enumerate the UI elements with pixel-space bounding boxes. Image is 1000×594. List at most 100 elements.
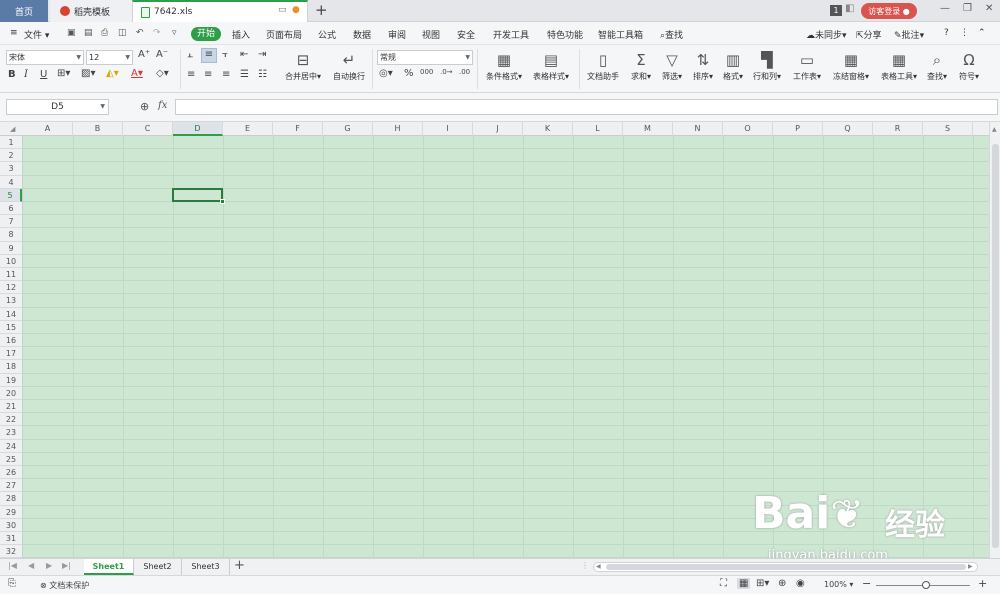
indent-decrease-icon[interactable]: ⇤	[240, 49, 248, 60]
menu-developer[interactable]: 开发工具	[493, 28, 529, 41]
row-header-15[interactable]: 15	[0, 321, 22, 334]
align-middle-icon[interactable]: ≡	[201, 48, 217, 63]
row-header-10[interactable]: 10	[0, 255, 22, 268]
monitor-icon[interactable]: ▭	[278, 5, 287, 15]
last-sheet-icon[interactable]: ▶|	[62, 561, 71, 570]
row-header-11[interactable]: 11	[0, 268, 22, 282]
collapse-ribbon-icon[interactable]: ⌃	[978, 28, 986, 38]
clear-icon[interactable]: ◇▾	[156, 68, 169, 79]
row-header-17[interactable]: 17	[0, 347, 22, 361]
normal-view-icon[interactable]: ▦	[737, 578, 751, 589]
horizontal-scroll-thumb[interactable]	[606, 564, 966, 570]
row-header-2[interactable]: 2	[0, 149, 22, 163]
row-header-31[interactable]: 31	[0, 532, 22, 546]
align-left-icon[interactable]: ≡	[187, 69, 195, 80]
menu-start[interactable]: 开始	[191, 27, 221, 41]
row-header-8[interactable]: 8	[0, 228, 22, 242]
menu-formula[interactable]: 公式	[318, 28, 336, 41]
align-right-icon[interactable]: ≡	[222, 69, 230, 80]
menu-special[interactable]: 特色功能	[547, 28, 583, 41]
column-header-S[interactable]: S	[923, 122, 973, 136]
row-header-19[interactable]: 19	[0, 374, 22, 387]
row-header-7[interactable]: 7	[0, 215, 22, 229]
print-preview-icon[interactable]: ◫	[118, 28, 127, 38]
number-format-select[interactable]: 常规 ▼	[377, 50, 473, 65]
italic-icon[interactable]: I	[24, 69, 28, 80]
distributed-icon[interactable]: ☷	[258, 69, 267, 80]
column-header-E[interactable]: E	[223, 122, 273, 136]
decrease-font-icon[interactable]: A⁻	[156, 49, 168, 60]
row-header-24[interactable]: 24	[0, 440, 22, 453]
page-break-view-icon[interactable]: ⊞▾	[756, 578, 769, 589]
row-header-23[interactable]: 23	[0, 426, 22, 440]
conditional-format-button[interactable]: ▦ 条件格式▾	[481, 49, 527, 82]
font-name-select[interactable]: 宋体 ▼	[6, 50, 84, 65]
column-header-I[interactable]: I	[423, 122, 473, 136]
row-header-32[interactable]: 32	[0, 545, 22, 559]
home-tab[interactable]: 首页	[0, 0, 48, 22]
vertical-scroll-thumb[interactable]	[992, 144, 999, 548]
bold-icon[interactable]: B	[8, 69, 16, 80]
freeze-panes-button[interactable]: ▦ 冻结窗格▾	[828, 49, 874, 82]
sheet-split-icon[interactable]: ⋮	[581, 561, 589, 570]
fx-icon[interactable]: fx	[158, 100, 167, 111]
macro-icon[interactable]: ⎘	[8, 578, 16, 589]
row-header-21[interactable]: 21	[0, 400, 22, 414]
prev-sheet-icon[interactable]: ◀	[28, 561, 34, 570]
column-header-C[interactable]: C	[123, 122, 173, 136]
merge-center-button[interactable]: ⊟ 合并居中▾	[280, 49, 326, 82]
selected-cell[interactable]	[172, 187, 225, 204]
zoom-out-icon[interactable]: −	[862, 577, 871, 590]
file-menu[interactable]: 文件 ▾	[24, 28, 49, 41]
close-icon[interactable]: ✕	[985, 3, 993, 14]
zoom-level[interactable]: 100% ▾	[824, 580, 853, 589]
align-center-icon[interactable]: ≡	[204, 69, 212, 80]
fill-color-icon[interactable]: ◭▾	[106, 68, 119, 79]
zoom-magnifier-icon[interactable]: ⊕	[140, 100, 149, 113]
skin-icon[interactable]: ◧	[845, 3, 854, 14]
sheet-tab-2[interactable]: Sheet2	[134, 559, 182, 575]
template-tab[interactable]: 稻壳模板	[50, 0, 132, 22]
justify-icon[interactable]: ☰	[240, 69, 249, 80]
increase-font-icon[interactable]: A⁺	[138, 49, 150, 60]
column-header-D[interactable]: D	[173, 122, 223, 136]
menu-smart-toolbox[interactable]: 智能工具箱	[598, 28, 643, 41]
row-header-6[interactable]: 6	[0, 202, 22, 216]
table-style-button[interactable]: ▤ 表格样式▾	[528, 49, 574, 82]
menu-page-layout[interactable]: 页面布局	[266, 28, 302, 41]
horizontal-scrollbar[interactable]: ◀ ▶	[593, 562, 978, 572]
thousands-separator-icon[interactable]: 000	[420, 68, 433, 76]
sheet-tab-1[interactable]: Sheet1	[84, 559, 134, 575]
row-header-20[interactable]: 20	[0, 387, 22, 400]
row-header-25[interactable]: 25	[0, 453, 22, 466]
column-header-G[interactable]: G	[323, 122, 373, 136]
restore-icon[interactable]: ❐	[963, 3, 972, 14]
row-header-9[interactable]: 9	[0, 242, 22, 255]
fullscreen-icon[interactable]: ⛶	[720, 578, 727, 589]
redo-icon[interactable]: ↷	[153, 28, 161, 38]
export-pdf-icon[interactable]: ▤	[84, 28, 93, 38]
column-header-M[interactable]: M	[623, 122, 673, 136]
border-icon[interactable]: ⊞▾	[57, 68, 70, 79]
hamburger-icon[interactable]: ≡	[10, 28, 18, 38]
worksheet-button[interactable]: ▭ 工作表▾	[784, 49, 830, 82]
column-header-N[interactable]: N	[673, 122, 723, 136]
wrap-text-button[interactable]: ↵ 自动换行	[326, 49, 372, 82]
zoom-in-icon[interactable]: +	[978, 577, 987, 590]
row-header-18[interactable]: 18	[0, 360, 22, 374]
column-header-F[interactable]: F	[273, 122, 323, 136]
font-size-select[interactable]: 12 ▼	[86, 50, 133, 65]
scroll-right-icon[interactable]: ▶	[968, 563, 973, 570]
window-count-badge[interactable]: 1	[830, 5, 842, 16]
currency-icon[interactable]: ◎▾	[379, 68, 393, 79]
comment-button[interactable]: ✎批注▾	[894, 28, 924, 41]
row-header-26[interactable]: 26	[0, 466, 22, 480]
zoom-slider-knob[interactable]	[922, 581, 930, 589]
row-header-13[interactable]: 13	[0, 294, 22, 308]
decrease-decimal-icon[interactable]: .00	[459, 68, 470, 76]
vertical-scrollbar[interactable]: ▲	[989, 122, 1000, 558]
row-header-5[interactable]: 5	[0, 188, 22, 202]
row-header-29[interactable]: 29	[0, 506, 22, 519]
row-header-4[interactable]: 4	[0, 176, 22, 189]
fill-handle[interactable]	[220, 198, 225, 204]
